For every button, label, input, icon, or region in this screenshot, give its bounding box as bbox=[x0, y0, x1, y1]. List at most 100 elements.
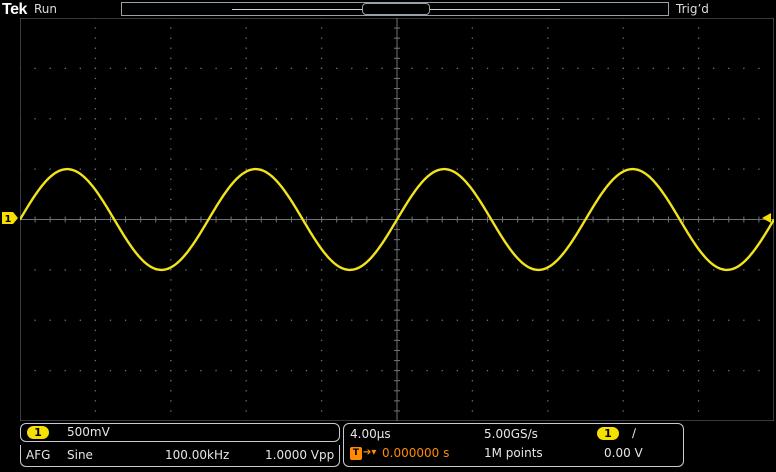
grid-dot bbox=[743, 369, 745, 372]
grid-dot bbox=[516, 269, 519, 271]
grid-dot bbox=[290, 369, 293, 372]
grid-dot bbox=[471, 349, 474, 352]
grid-dot bbox=[697, 178, 700, 180]
grid-dot bbox=[547, 339, 549, 342]
grid-dot bbox=[170, 188, 172, 190]
grid-dot bbox=[547, 168, 549, 170]
grid-dot bbox=[758, 168, 760, 170]
trigger-level-marker[interactable] bbox=[762, 213, 772, 223]
grid-dot bbox=[547, 18, 549, 19]
grid-dot bbox=[697, 108, 700, 110]
grid-dot bbox=[185, 118, 187, 120]
grid-dot bbox=[320, 309, 323, 311]
grid-dot bbox=[471, 178, 474, 180]
grid-dot bbox=[697, 27, 700, 29]
grid-dot bbox=[170, 178, 172, 180]
grid-dot bbox=[622, 138, 624, 140]
grid-dot bbox=[320, 279, 323, 281]
grid-dot bbox=[652, 168, 655, 170]
grid-dot bbox=[200, 168, 202, 170]
grid-dot bbox=[713, 67, 715, 70]
grid-dot bbox=[94, 420, 97, 421]
grid-dot bbox=[94, 410, 97, 412]
grid-dot bbox=[622, 18, 624, 19]
grid-dot bbox=[516, 118, 519, 120]
grid-dot bbox=[713, 369, 715, 372]
grid-dot bbox=[441, 269, 443, 271]
channel1-readout[interactable]: 1 500mV bbox=[20, 423, 340, 442]
grid-dot bbox=[49, 269, 51, 271]
grid-dot bbox=[260, 319, 262, 321]
grid-dot bbox=[426, 67, 428, 70]
grid-dot bbox=[697, 118, 700, 120]
grid-dot bbox=[170, 390, 172, 392]
grid-dot bbox=[94, 309, 97, 311]
grid-dot bbox=[697, 299, 700, 301]
grid-dot bbox=[607, 319, 609, 321]
grid-dot bbox=[94, 349, 97, 352]
grid-dot bbox=[758, 118, 760, 120]
grid-dot bbox=[170, 249, 172, 251]
grid-dot bbox=[471, 108, 474, 110]
grid-dot bbox=[215, 67, 217, 70]
grid-dot bbox=[697, 420, 700, 421]
grid-dot bbox=[486, 118, 489, 120]
grid-dot bbox=[743, 269, 745, 271]
grid-dot bbox=[320, 158, 323, 160]
grid-dot bbox=[516, 319, 519, 321]
grid-dot bbox=[622, 228, 624, 231]
grid-dot bbox=[697, 239, 700, 241]
grid-dot bbox=[320, 410, 323, 412]
grid-dot bbox=[622, 359, 624, 362]
record-view-window[interactable] bbox=[362, 3, 430, 15]
grid-dot bbox=[682, 269, 685, 271]
channel1-offset-marker[interactable]: 1 bbox=[1, 211, 19, 225]
grid-dot bbox=[366, 369, 368, 372]
grid-dot bbox=[697, 168, 700, 170]
grid-dot bbox=[109, 369, 112, 372]
timebase-trigger-readout[interactable]: 4.00µs 5.00GS/s 1 ∕ T ➔▾ 0.000000 s 1M p… bbox=[343, 423, 684, 467]
grid-dot bbox=[94, 299, 97, 301]
grid-dot bbox=[94, 47, 97, 49]
grid-dot bbox=[411, 369, 413, 372]
grid-dot bbox=[471, 249, 474, 251]
grid-dot bbox=[320, 57, 323, 59]
grid-dot bbox=[547, 118, 549, 120]
grid-dot bbox=[320, 188, 323, 190]
grid-dot bbox=[622, 420, 624, 421]
trigger-status: Trig’d bbox=[676, 2, 709, 16]
afg-readout[interactable]: AFG Sine 100.00kHz 1.0000 Vpp bbox=[20, 445, 340, 467]
grid-dot bbox=[170, 27, 172, 29]
grid-dot bbox=[441, 118, 443, 120]
grid-dot bbox=[577, 118, 579, 120]
grid-dot bbox=[94, 228, 97, 231]
grid-dot bbox=[471, 138, 474, 140]
grid-dot bbox=[622, 319, 624, 321]
grid-dot bbox=[320, 108, 323, 110]
grid-dot bbox=[320, 359, 323, 362]
grid-dot bbox=[79, 168, 81, 170]
grid-dot bbox=[320, 390, 323, 392]
grid-dot bbox=[170, 349, 172, 352]
grid-dot bbox=[170, 47, 172, 49]
grid-dot bbox=[697, 77, 700, 80]
grid-dot bbox=[320, 208, 323, 211]
grid-dot bbox=[320, 97, 323, 100]
grid-dot bbox=[622, 57, 624, 59]
grid-dot bbox=[139, 319, 142, 321]
waveform-display[interactable] bbox=[20, 18, 774, 421]
grid-dot bbox=[20, 168, 21, 170]
grid-dot bbox=[245, 198, 247, 200]
grid-dot bbox=[34, 118, 36, 120]
grid-dot bbox=[245, 410, 247, 412]
grid-dot bbox=[667, 369, 670, 372]
grid-dot bbox=[366, 168, 368, 170]
grid-dot bbox=[336, 319, 338, 321]
grid-dot bbox=[456, 269, 458, 271]
grid-dot bbox=[697, 87, 700, 90]
grid-dot bbox=[290, 168, 293, 170]
grid-dot bbox=[245, 188, 247, 190]
grid-dot bbox=[124, 269, 127, 271]
grid-dot bbox=[471, 269, 474, 271]
grid-dot bbox=[622, 279, 624, 281]
